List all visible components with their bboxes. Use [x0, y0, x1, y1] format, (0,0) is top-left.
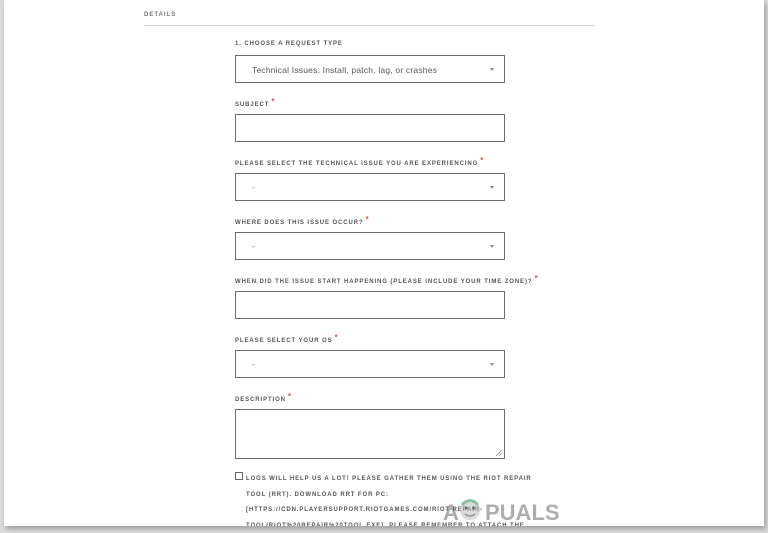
required-asterisk: *: [534, 274, 539, 283]
os-select[interactable]: -: [235, 350, 505, 378]
request-type-value: Technical Issues: Install, patch, lag, o…: [252, 65, 438, 75]
chevron-down-icon: [490, 186, 494, 189]
subject-label: SUBJECT *: [235, 97, 276, 108]
subject-label-text: SUBJECT: [235, 102, 270, 108]
subject-input[interactable]: [235, 114, 505, 142]
chevron-down-icon: [490, 245, 494, 248]
logs-checkbox[interactable]: [235, 472, 243, 480]
technical-issue-value: -: [252, 183, 255, 192]
issue-location-select[interactable]: -: [235, 232, 505, 260]
request-type-label: 1. CHOOSE A REQUEST TYPE: [235, 41, 343, 47]
required-asterisk: *: [365, 215, 370, 224]
section-header: DETAILS: [144, 12, 595, 26]
os-label-text: PLEASE SELECT YOUR OS: [235, 338, 333, 344]
request-type-select[interactable]: Technical Issues: Install, patch, lag, o…: [235, 55, 505, 83]
start-time-input[interactable]: [235, 291, 505, 319]
required-asterisk: *: [480, 156, 485, 165]
os-value: -: [252, 360, 255, 369]
technical-issue-select[interactable]: -: [235, 173, 505, 201]
start-time-label-text: WHEN DID THE ISSUE START HAPPENING (PLEA…: [235, 279, 533, 285]
issue-location-label: WHERE DOES THIS ISSUE OCCUR? *: [235, 215, 370, 226]
section-title: DETAILS: [144, 12, 177, 18]
required-asterisk: *: [271, 97, 276, 106]
required-asterisk: *: [334, 333, 339, 342]
support-form-page: DETAILS 1. CHOOSE A REQUEST TYPE Technic…: [4, 0, 764, 526]
description-label-text: DESCRIPTION: [235, 397, 286, 403]
resize-grip-icon[interactable]: [495, 449, 503, 457]
technical-issue-label: PLEASE SELECT THE TECHNICAL ISSUE YOU AR…: [235, 156, 485, 167]
issue-location-value: -: [252, 242, 255, 251]
svg-text:PUALS: PUALS: [485, 500, 560, 525]
appuals-watermark-logo: A PUALS: [443, 499, 560, 525]
issue-location-label-text: WHERE DOES THIS ISSUE OCCUR?: [235, 220, 364, 226]
os-label: PLEASE SELECT YOUR OS *: [235, 333, 339, 344]
required-asterisk: *: [287, 392, 292, 401]
request-type-label-text: 1. CHOOSE A REQUEST TYPE: [235, 41, 343, 47]
chevron-down-icon: [490, 363, 494, 366]
start-time-label: WHEN DID THE ISSUE START HAPPENING (PLEA…: [235, 274, 539, 285]
description-textarea[interactable]: [235, 409, 505, 459]
technical-issue-label-text: PLEASE SELECT THE TECHNICAL ISSUE YOU AR…: [235, 161, 479, 167]
chevron-down-icon: [490, 68, 494, 71]
svg-text:A: A: [443, 500, 459, 525]
description-label: DESCRIPTION *: [235, 392, 292, 403]
